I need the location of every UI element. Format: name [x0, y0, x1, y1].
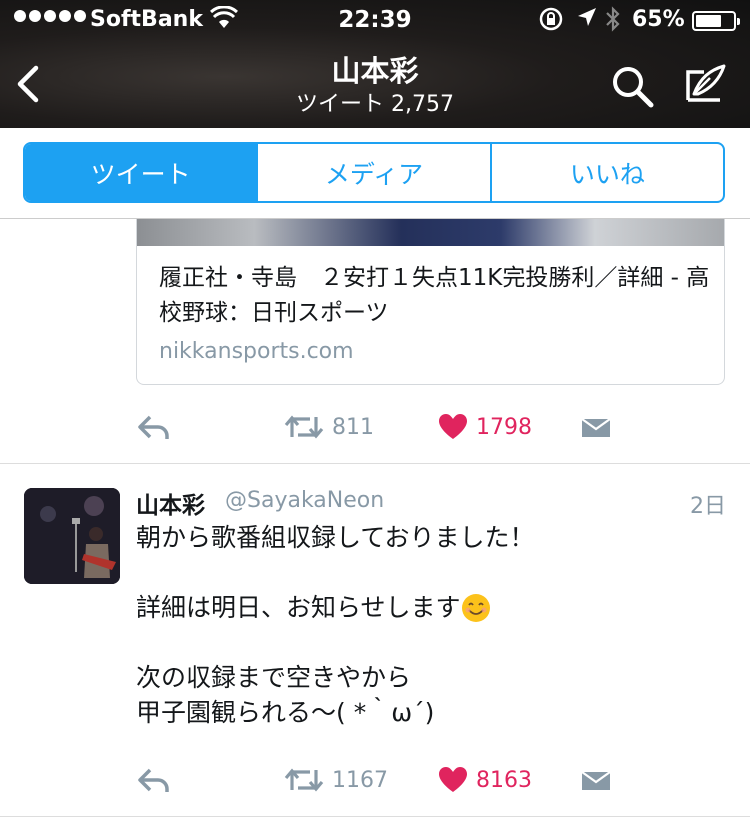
like-button[interactable]: 1798	[438, 407, 532, 447]
tweet-text-line: 甲子園観られる〜( *｀ω´)	[136, 698, 435, 727]
search-button[interactable]	[608, 62, 656, 110]
retweet-button[interactable]: 811	[284, 407, 374, 447]
tweet-actions: 811 1798	[136, 407, 636, 447]
divider	[0, 463, 750, 464]
reply-button[interactable]	[136, 407, 172, 447]
battery-percent: 65%	[632, 7, 685, 32]
tweet-text: 朝から歌番組収録しておりました！ 詳細は明日、お知らせします 次の収録まで空きやから…	[136, 520, 726, 730]
battery-icon	[692, 11, 740, 31]
status-bar: SoftBank 22:39 65%	[0, 0, 750, 40]
retweet-button[interactable]: 1167	[284, 760, 388, 800]
retweet-count: 811	[332, 414, 374, 440]
direct-message-button[interactable]	[580, 760, 612, 800]
tweet-actions: 1167 8163	[136, 760, 636, 800]
bluetooth-icon	[604, 6, 622, 38]
like-count: 1798	[476, 414, 532, 440]
smiling-face-emoji-icon	[461, 593, 491, 623]
like-count: 8163	[476, 767, 532, 793]
tab-tweets[interactable]: ツイート	[25, 144, 259, 201]
compose-tweet-button[interactable]	[680, 60, 730, 110]
card-domain: nikkansports.com	[159, 339, 354, 364]
tweet-timestamp[interactable]: 2日	[690, 488, 726, 520]
reply-button[interactable]	[136, 760, 172, 800]
profile-header: SoftBank 22:39 65% 山本彩 ツイート 2,757	[0, 0, 750, 128]
avatar[interactable]	[24, 488, 120, 584]
profile-tabs: ツイート メディア いいね	[23, 142, 725, 203]
tweet-author-name[interactable]: 山本彩	[136, 486, 205, 520]
direct-message-button[interactable]	[580, 407, 612, 447]
link-card[interactable]: 履正社・寺島 ２安打１失点11K完投勝利／詳細 - 高校野球：日刊スポーツ ni…	[136, 219, 725, 385]
tweet-text-line: 朝から歌番組収録しておりました！	[136, 523, 535, 552]
tweet-author-handle[interactable]: @SayakaNeon	[225, 488, 384, 513]
like-button[interactable]: 8163	[438, 760, 532, 800]
location-icon	[576, 6, 598, 36]
card-title: 履正社・寺島 ２安打１失点11K完投勝利／詳細 - 高校野球：日刊スポーツ	[159, 265, 710, 326]
tweet-text-line: 詳細は明日、お知らせします	[136, 593, 461, 622]
tweet-text-line: 次の収録まで空きやから	[136, 663, 412, 692]
card-image	[137, 219, 724, 246]
retweet-count: 1167	[332, 767, 388, 793]
tab-media[interactable]: メディア	[258, 144, 492, 201]
rotation-lock-icon	[538, 6, 564, 38]
tab-likes[interactable]: いいね	[492, 144, 723, 201]
